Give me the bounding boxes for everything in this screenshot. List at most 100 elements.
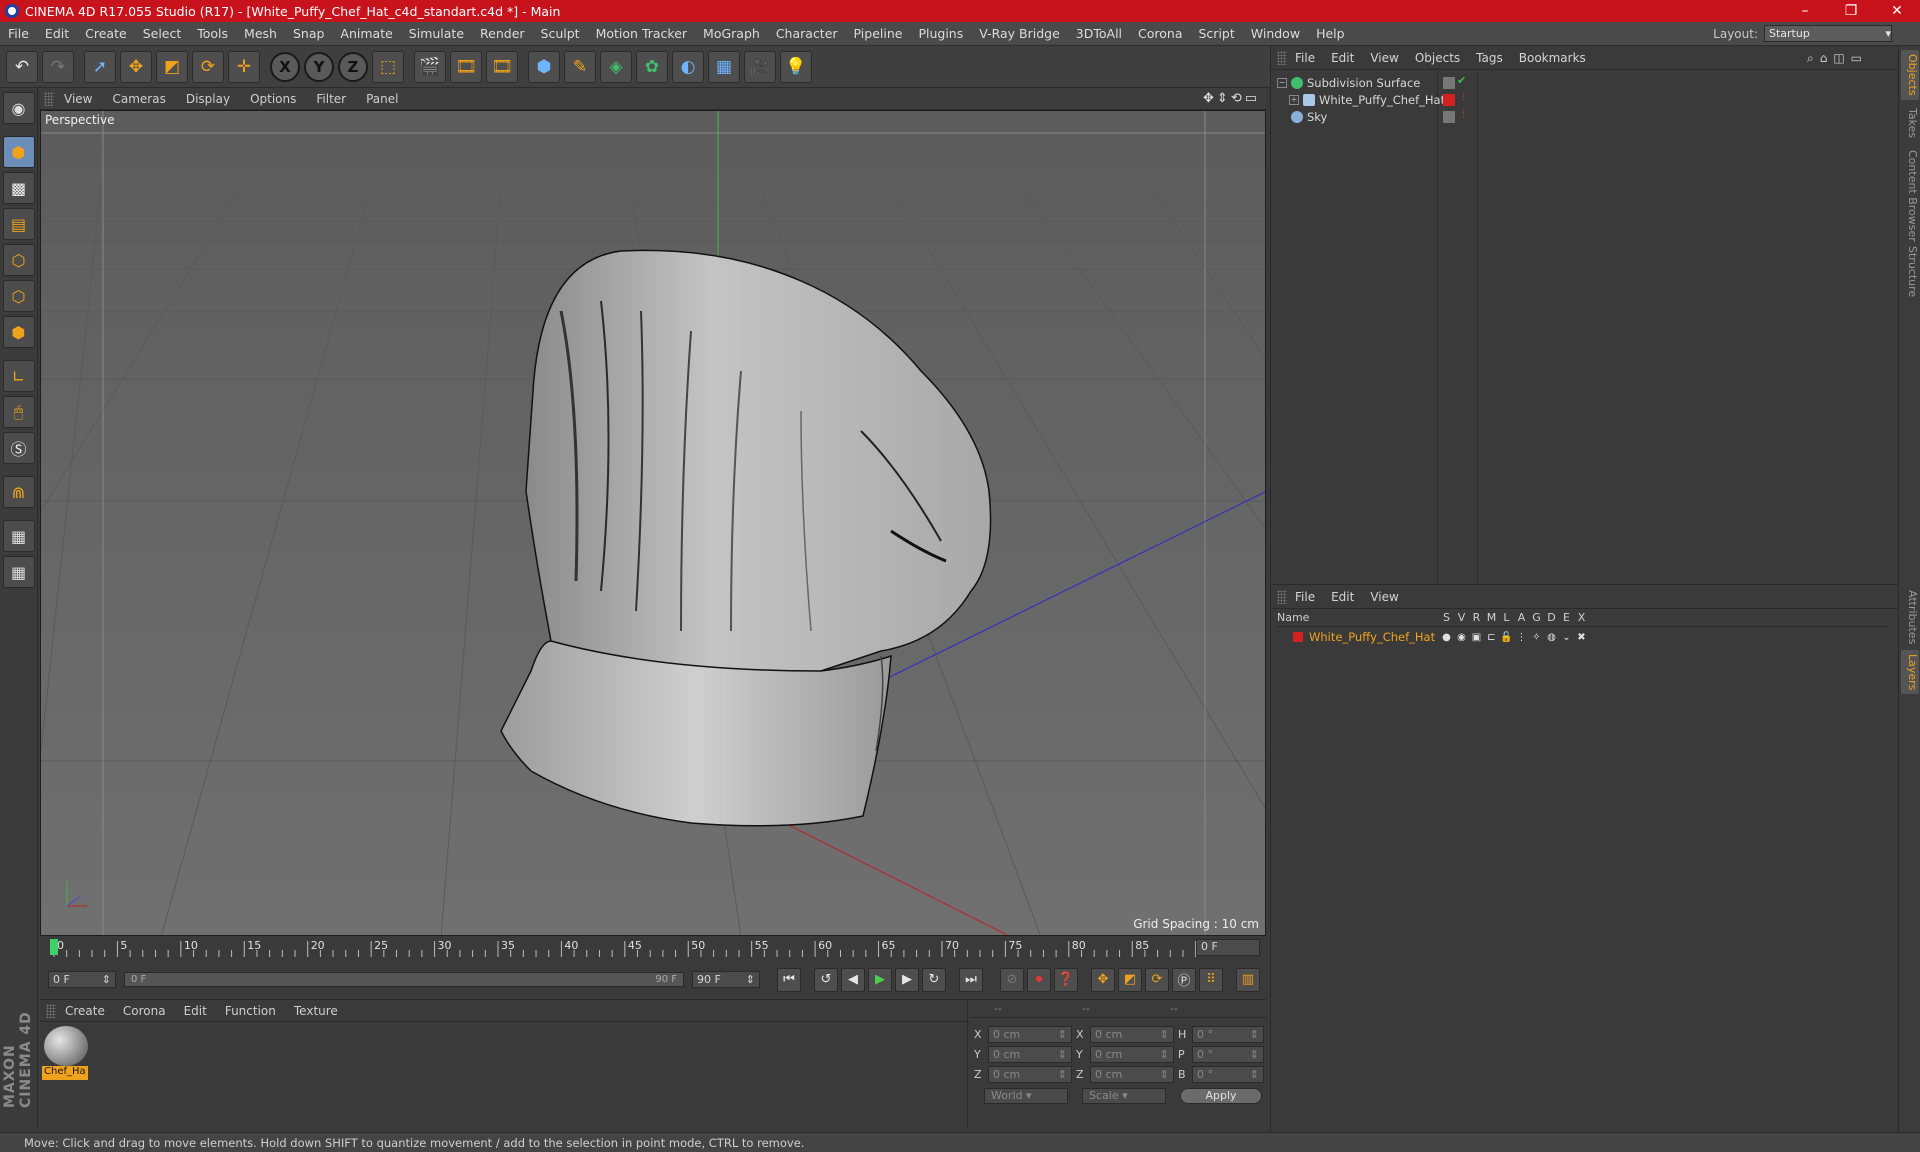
material-menu-texture[interactable]: Texture [285,1004,347,1018]
menu-tools[interactable]: Tools [189,26,236,41]
animation-toggle-icon[interactable]: ⋮ [1514,632,1529,643]
menu-pipeline[interactable]: Pipeline [846,26,911,41]
deformer-button[interactable]: ◐ [672,50,704,83]
magnet-button[interactable]: ⋒ [2,476,35,508]
menu-create[interactable]: Create [77,26,135,41]
position-y-field[interactable]: 0 cm ⇕ [988,1046,1072,1063]
maximize-button[interactable]: ❐ [1828,3,1874,19]
menu-script[interactable]: Script [1191,26,1243,41]
menu-select[interactable]: Select [135,26,190,41]
key-parameter-button[interactable]: Ⓟ [1172,967,1196,992]
key-scale-button[interactable]: ◩ [1118,967,1142,992]
menu-plugins[interactable]: Plugins [910,26,971,41]
manager-toggle-icon[interactable]: ⊏ [1484,632,1499,643]
motion-path-button[interactable]: ⊘ [1000,967,1024,992]
cube-primitive-button[interactable]: ⬢ [528,50,560,83]
panel-grip[interactable] [1277,589,1287,604]
go-to-end-button[interactable]: ⏭ [959,967,983,992]
floor-object-button[interactable]: ▦ [708,50,740,83]
z-axis-lock-button[interactable]: Z [338,51,368,82]
minimize-button[interactable]: – [1782,3,1828,19]
scale-tool-button[interactable]: ◩ [156,50,188,83]
size-x-field[interactable]: 0 cm ⇕ [1090,1026,1174,1043]
layer-row[interactable]: White_Puffy_Chef_Hat ● ◉ ▣ ⊏ 🔓 ⋮ ✧ ◍ ⌄ ✖ [1277,629,1887,645]
panel-grip[interactable] [1277,50,1287,65]
objects-menu-edit[interactable]: Edit [1323,51,1362,65]
layer-color-swatch[interactable] [1293,632,1303,642]
autokeying-button[interactable]: ❓ [1054,967,1078,992]
key-pla-button[interactable]: ⠿ [1199,967,1223,992]
menu-vray-bridge[interactable]: V-Ray Bridge [971,26,1068,41]
viewport-menu-view[interactable]: View [54,92,102,106]
menu-character[interactable]: Character [768,26,846,41]
solo-toggle-icon[interactable]: ● [1439,632,1454,643]
panel-grip[interactable] [44,91,54,106]
start-frame-field[interactable]: 0 F ⇕ [48,971,116,988]
panel-grip[interactable] [46,1003,56,1018]
objects-menu-bookmarks[interactable]: Bookmarks [1511,51,1594,65]
menu-window[interactable]: Window [1243,26,1308,41]
menu-motion-tracker[interactable]: Motion Tracker [588,26,695,41]
key-position-button[interactable]: ✥ [1091,967,1115,992]
material-menu-create[interactable]: Create [56,1004,114,1018]
go-to-next-key-button[interactable]: ↻ [922,967,946,992]
live-selection-button[interactable]: ➚ [84,50,116,83]
layers-menu-file[interactable]: File [1287,590,1323,604]
perspective-viewport[interactable]: Perspective Grid Spacing : 10 cm [40,110,1266,936]
tab-takes[interactable]: Takes [1901,104,1919,142]
expand-toggle-icon[interactable]: + [1289,95,1299,105]
render-picture-viewer-button[interactable]: 🎞 [450,50,482,83]
camera-object-button[interactable]: 🎥 [744,50,776,83]
tweak-mode-button[interactable]: 🖱 [2,396,35,428]
transform-tool-button[interactable]: ✛ [228,50,260,83]
generator-toggle-icon[interactable]: ✧ [1529,632,1544,643]
coordinate-space-dropdown[interactable]: World ▾ [984,1088,1068,1104]
material-menu-edit[interactable]: Edit [175,1004,216,1018]
go-to-previous-key-button[interactable]: ↺ [814,967,838,992]
object-row-sky[interactable]: Sky [1277,108,1327,126]
enabled-check-icon[interactable]: ✔ [1457,74,1466,87]
menu-animate[interactable]: Animate [332,26,400,41]
next-frame-button[interactable]: ▶ [895,967,919,992]
rotate-tool-button[interactable]: ⟳ [192,50,224,83]
undo-button[interactable]: ↶ [6,50,38,83]
playhead-marker[interactable] [50,939,58,955]
light-object-button[interactable]: 💡 [780,50,812,83]
layer-tag-icon[interactable] [1443,111,1455,123]
viewport-camera-label[interactable]: Perspective [45,113,115,127]
render-settings-button[interactable]: 🎞 [486,50,518,83]
tab-attributes[interactable]: Attributes [1901,586,1919,648]
menu-file[interactable]: File [0,26,37,41]
render-view-button[interactable]: 🎬 [414,50,446,83]
current-frame-field[interactable]: 0 F [1196,939,1260,956]
size-mode-dropdown[interactable]: Scale ▾ [1082,1088,1166,1104]
snap-button[interactable]: Ⓢ [2,432,35,464]
viewport-menu-cameras[interactable]: Cameras [102,92,175,106]
x-axis-lock-button[interactable]: X [270,51,300,82]
redo-button[interactable]: ↷ [42,50,74,83]
texture-mode-button[interactable]: ▩ [2,172,35,204]
go-to-start-button[interactable]: ⏮ [777,967,801,992]
make-editable-button[interactable]: ◉ [2,92,35,124]
tab-objects[interactable]: Objects [1901,50,1919,100]
move-tool-button[interactable]: ✥ [120,50,152,83]
coordinate-system-button[interactable]: ⬚ [372,50,404,83]
menu-edit[interactable]: Edit [37,26,77,41]
menu-mesh[interactable]: Mesh [236,26,285,41]
menu-render[interactable]: Render [472,26,533,41]
edges-mode-button[interactable]: ⬡ [2,280,35,312]
menu-corona[interactable]: Corona [1130,26,1190,41]
viewport-menu-filter[interactable]: Filter [306,92,356,106]
visibility-dots-icon[interactable]: ⋮ [1459,92,1468,102]
tab-structure[interactable]: Structure [1901,242,1919,301]
object-row-chef-hat[interactable]: + White_Puffy_Chef_Hat [1289,91,1445,109]
menu-snap[interactable]: Snap [285,26,332,41]
record-active-objects-button[interactable]: ⏺ [1027,967,1051,992]
timeline-window-button[interactable]: ▥ [1236,967,1260,992]
objects-menu-file[interactable]: File [1287,51,1323,65]
object-row-subdivision-surface[interactable]: − Subdivision Surface [1277,74,1420,92]
object-manager-header-icons[interactable]: ⌕⌂◫▭ [1807,51,1868,66]
material-name-label[interactable]: Chef_Ha [42,1066,88,1080]
menu-sculpt[interactable]: Sculpt [533,26,588,41]
play-button[interactable]: ▶ [868,967,892,992]
